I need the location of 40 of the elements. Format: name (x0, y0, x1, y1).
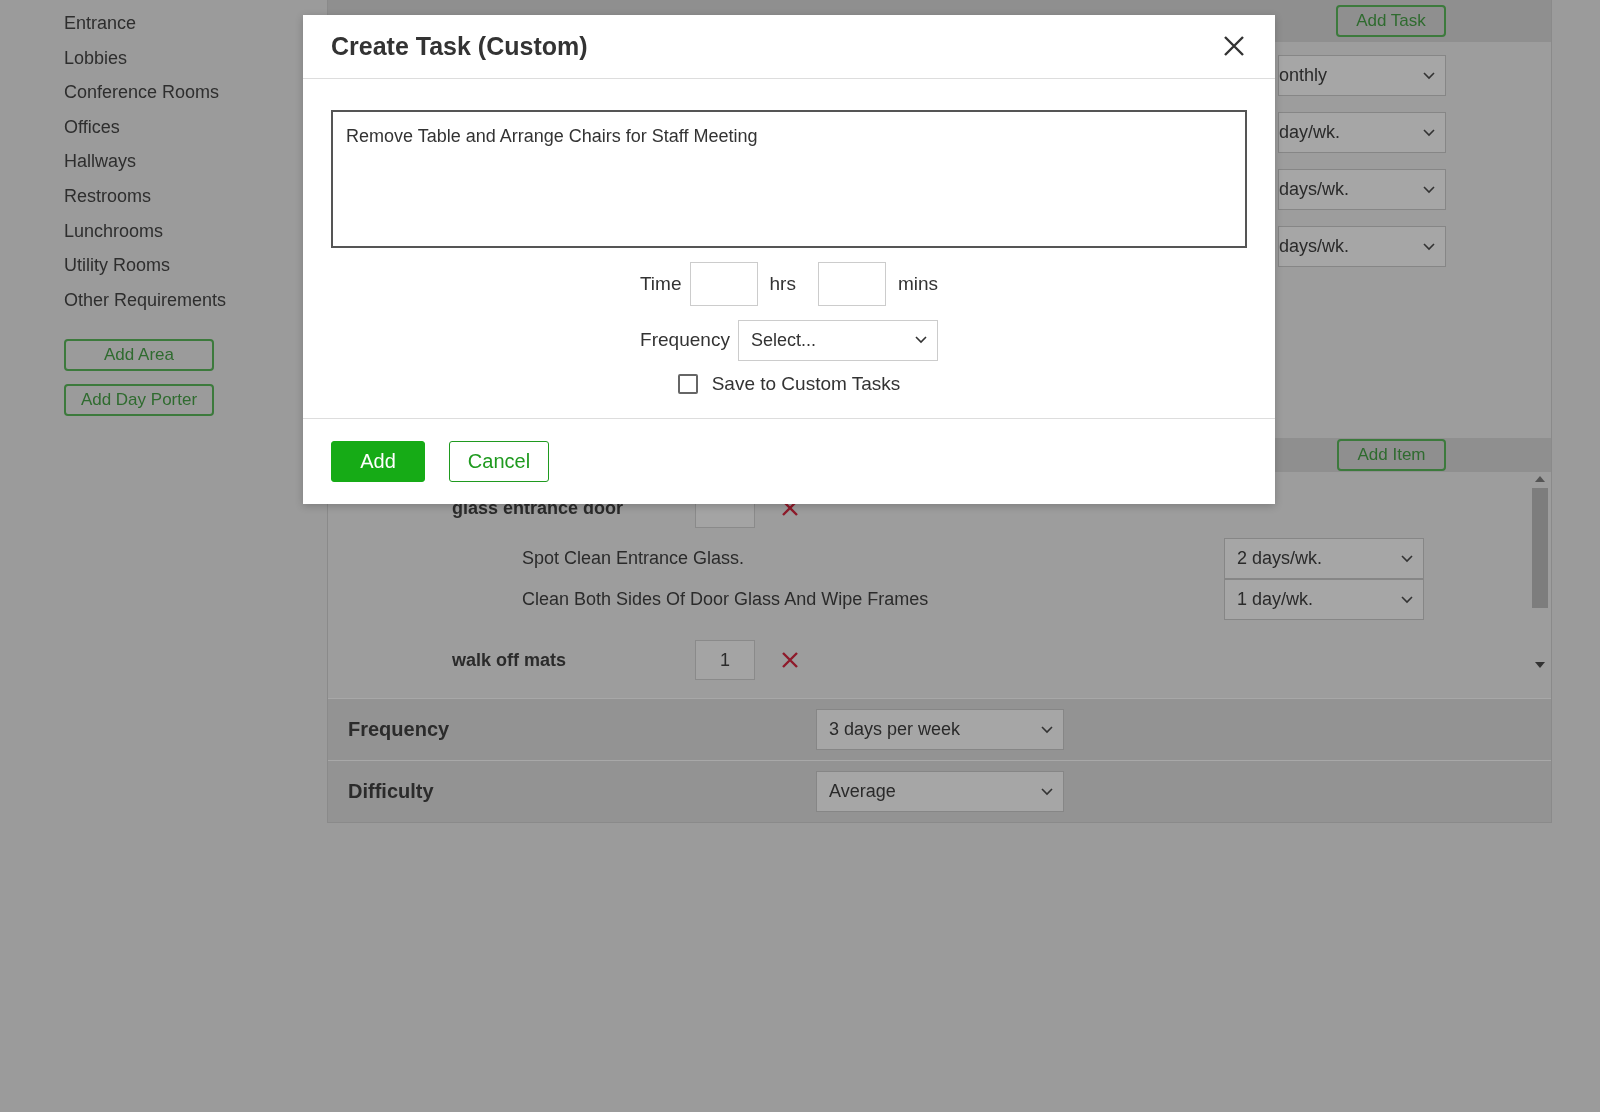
setting-label: Frequency (348, 718, 451, 741)
scroll-up-icon[interactable] (1535, 476, 1545, 482)
setting-select[interactable]: 3 days per week (816, 709, 1064, 750)
frequency-select[interactable]: 1 day/wk. (1224, 579, 1424, 620)
hours-unit: hrs (769, 272, 796, 295)
chevron-down-icon (1401, 595, 1413, 604)
item-name: glass entrance door (452, 497, 625, 519)
dialog-title: Create Task (Custom) (331, 31, 588, 61)
add-button[interactable]: Add (331, 441, 425, 482)
minutes-field[interactable] (817, 261, 886, 306)
chevron-down-icon (1041, 725, 1053, 734)
cancel-button[interactable]: Cancel (449, 441, 549, 482)
chevron-down-icon (1423, 128, 1435, 137)
chevron-down-icon (914, 336, 927, 345)
chevron-down-icon (1423, 71, 1435, 80)
setting-select[interactable]: Average (816, 771, 1064, 812)
minutes-unit: mins (897, 272, 939, 295)
chevron-down-icon (1401, 554, 1413, 563)
task-description-field[interactable]: Remove Table and Arrange Chairs for Staff Meeting (331, 109, 1247, 248)
chevron-down-icon (1423, 242, 1435, 251)
setting-label: Difficulty (348, 780, 435, 803)
frequency-select[interactable]: days/wk. (1278, 169, 1446, 210)
item-name: walk off mats (452, 649, 568, 671)
time-label: Time (639, 272, 682, 295)
task-name: Spot Clean Entrance Glass. (522, 548, 745, 569)
frequency-select[interactable]: onthly (1278, 55, 1446, 96)
chevron-down-icon (1423, 185, 1435, 194)
hours-field[interactable] (689, 261, 758, 306)
frequency-label: Frequency (640, 329, 730, 352)
close-icon[interactable] (1223, 35, 1245, 58)
chevron-down-icon (1041, 787, 1053, 796)
scroll-down-icon[interactable] (1535, 662, 1545, 668)
frequency-select[interactable]: Select... (737, 319, 938, 361)
task-name: Clean Both Sides Of Door Glass And Wipe Frames (522, 589, 929, 610)
frequency-select[interactable]: days/wk. (1278, 226, 1446, 267)
save-checkbox-label: Save to Custom Tasks (711, 372, 901, 395)
frequency-select[interactable]: day/wk. (1278, 112, 1446, 153)
save-checkbox[interactable] (677, 373, 698, 394)
frequency-select[interactable]: 2 days/wk. (1224, 538, 1424, 579)
quantity-field[interactable]: 1 (695, 640, 755, 680)
